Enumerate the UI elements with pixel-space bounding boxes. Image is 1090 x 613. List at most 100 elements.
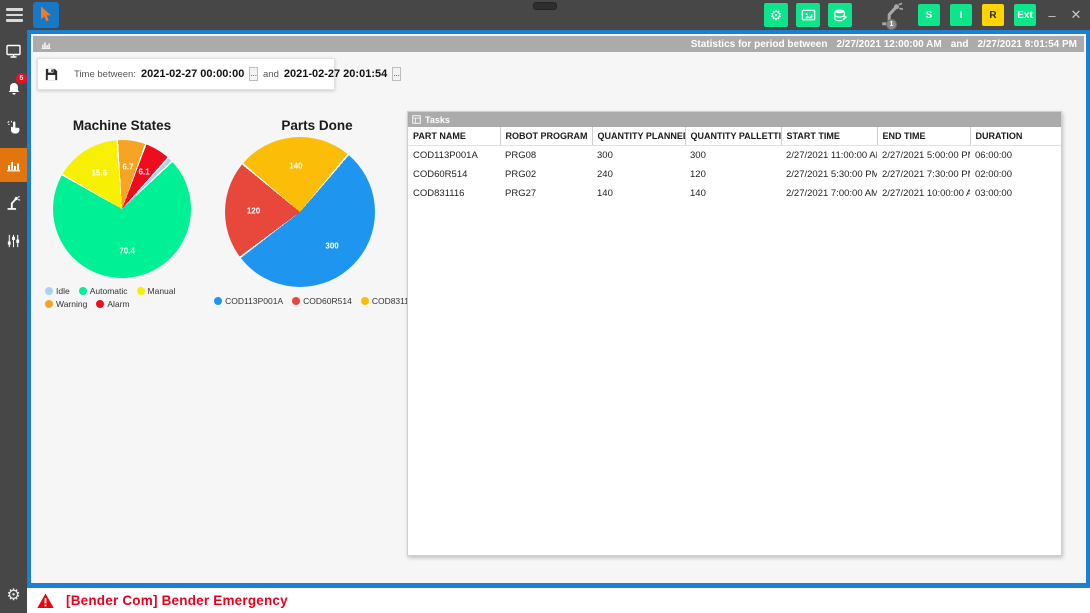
sidebar: 5 ⚙ <box>0 30 27 613</box>
sidebar-item-parameters[interactable] <box>0 224 27 258</box>
pie-slice-label: 6.7 <box>122 162 133 171</box>
table-cell: 2/27/2021 7:30:00 PM <box>877 165 970 184</box>
pie-slice-label: 120 <box>247 206 260 215</box>
table-row[interactable]: COD113P001APRG083003002/27/2021 11:00:00… <box>408 146 1061 166</box>
alarm-count-badge: 5 <box>16 73 27 84</box>
chart-title: Parts Done <box>217 118 417 133</box>
database-edit-button[interactable] <box>828 3 852 27</box>
robot-arm-icon <box>5 195 22 211</box>
monitor-icon <box>5 43 22 59</box>
sidebar-item-robot[interactable] <box>0 186 27 220</box>
window-drag-handle[interactable] <box>533 2 557 10</box>
stats-period-prefix: Statistics for period between <box>691 39 828 50</box>
tasks-column-header: QUANTITY PLANNED <box>592 127 685 146</box>
tasks-column-header: ROBOT PROGRAM <box>500 127 592 146</box>
legend-swatch <box>137 287 145 295</box>
table-cell: 2/27/2021 5:30:00 PM <box>781 165 877 184</box>
tasks-column-header: START TIME <box>781 127 877 146</box>
status-button-group: SIR Ext <box>918 4 1036 26</box>
table-cell: PRG08 <box>500 146 592 166</box>
legend-swatch <box>45 287 53 295</box>
status-button-s[interactable]: S <box>918 4 940 26</box>
table-cell: 140 <box>592 184 685 203</box>
gear-icon: ⚙ <box>770 8 783 22</box>
titlebar: ⚙ 1 SIR Ext – <box>0 0 1090 30</box>
table-cell: 03:00:00 <box>970 184 1061 203</box>
legend-item: Automatic <box>79 286 128 296</box>
table-cell: 2/27/2021 10:00:00 AM <box>877 184 970 203</box>
table-cell: 120 <box>685 165 781 184</box>
legend-item: Warning <box>45 299 87 309</box>
tasks-table: PART NAMEROBOT PROGRAMQUANTITY PLANNEDQU… <box>408 127 1061 203</box>
tasks-panel: Tasks PART NAMEROBOT PROGRAMQUANTITY PLA… <box>407 111 1062 556</box>
tasks-panel-header: Tasks <box>408 112 1061 127</box>
stats-period-and: and <box>951 39 969 50</box>
legend-swatch <box>79 287 87 295</box>
tasks-column-header: DURATION <box>970 127 1061 146</box>
database-edit-icon <box>833 8 848 23</box>
parts-done-chart: Parts Done 140300120 COD113P001ACOD60R51… <box>217 118 417 348</box>
bar-chart-icon <box>40 39 52 50</box>
settings-button[interactable]: ⚙ <box>764 3 788 27</box>
table-cell: COD60R514 <box>408 165 500 184</box>
statusbar: [Bender Com] Bender Emergency <box>27 588 1090 613</box>
save-button[interactable] <box>44 67 59 82</box>
legend-item: Idle <box>45 286 70 296</box>
time-to-picker-button[interactable]: ... <box>392 67 401 81</box>
table-icon <box>412 115 421 124</box>
close-icon[interactable]: ✕ <box>1068 7 1084 23</box>
sidebar-item-manual-control[interactable] <box>0 110 27 144</box>
time-filter-toolbar: Time between: 2021-02-27 00:00:00 ... an… <box>37 58 335 90</box>
status-button-ext[interactable]: Ext <box>1014 4 1036 26</box>
statistics-header-bar: Statistics for period between 2/27/2021 … <box>33 36 1084 52</box>
time-from-field[interactable]: 2021-02-27 00:00:00 <box>141 68 244 80</box>
status-button-i[interactable]: I <box>950 4 972 26</box>
time-to-field[interactable]: 2021-02-27 20:01:54 <box>284 68 387 80</box>
table-cell: 240 <box>592 165 685 184</box>
time-from-picker-button[interactable]: ... <box>249 67 258 81</box>
table-cell: PRG27 <box>500 184 592 203</box>
legend-swatch <box>96 300 104 308</box>
minimize-icon[interactable]: – <box>1044 8 1060 23</box>
stats-period-to: 2/27/2021 8:01:54 PM <box>977 39 1077 50</box>
sidebar-item-statistics[interactable] <box>0 148 27 182</box>
machine-states-chart: Machine States 6.76.170.415.6 IdleAutoma… <box>31 118 213 348</box>
table-cell: 140 <box>685 184 781 203</box>
table-cell: 2/27/2021 7:00:00 AM <box>781 184 877 203</box>
legend-item: COD113P001A <box>214 296 283 306</box>
table-cell: 300 <box>592 146 685 166</box>
menu-button[interactable] <box>6 8 23 22</box>
table-cell: 02:00:00 <box>970 165 1061 184</box>
touch-icon <box>6 119 22 135</box>
main-frame: Statistics for period between 2/27/2021 … <box>27 30 1090 588</box>
pie-slice-label: 140 <box>289 161 302 170</box>
emergency-message: [Bender Com] Bender Emergency <box>66 593 288 608</box>
app-logo-icon <box>33 2 59 28</box>
sidebar-item-configuration[interactable]: ⚙ <box>0 583 27 609</box>
sidebar-item-alarms[interactable]: 5 <box>0 72 27 106</box>
tasks-column-header: QUANTITY PALLETTIZED <box>685 127 781 146</box>
robot-status-badge: 1 <box>886 19 897 30</box>
machine-states-pie[interactable]: 6.76.170.415.6 <box>53 140 191 278</box>
tasks-column-header: PART NAME <box>408 127 500 146</box>
legend-swatch <box>214 297 222 305</box>
table-cell: COD113P001A <box>408 146 500 166</box>
screen-button[interactable] <box>796 3 820 27</box>
sidebar-item-monitor[interactable] <box>0 34 27 68</box>
parts-done-pie[interactable]: 140300120 <box>225 137 375 287</box>
status-button-r[interactable]: R <box>982 4 1004 26</box>
robot-status-indicator[interactable]: 1 <box>878 1 908 29</box>
pie-slice-label: 70.4 <box>119 247 135 256</box>
table-row[interactable]: COD831116PRG271401402/27/2021 7:00:00 AM… <box>408 184 1061 203</box>
chart-title: Machine States <box>31 118 213 133</box>
stats-period-from: 2/27/2021 12:00:00 AM <box>836 39 941 50</box>
tasks-table-header-row: PART NAMEROBOT PROGRAMQUANTITY PLANNEDQU… <box>408 127 1061 146</box>
legend-swatch <box>45 300 53 308</box>
table-cell: 06:00:00 <box>970 146 1061 166</box>
pie-slice-label: 15.6 <box>91 168 107 177</box>
app-logo <box>33 2 59 28</box>
tasks-column-header: END TIME <box>877 127 970 146</box>
table-row[interactable]: COD60R514PRG022401202/27/2021 5:30:00 PM… <box>408 165 1061 184</box>
legend-swatch <box>361 297 369 305</box>
machine-states-legend: IdleAutomaticManualWarningAlarm <box>45 286 211 309</box>
